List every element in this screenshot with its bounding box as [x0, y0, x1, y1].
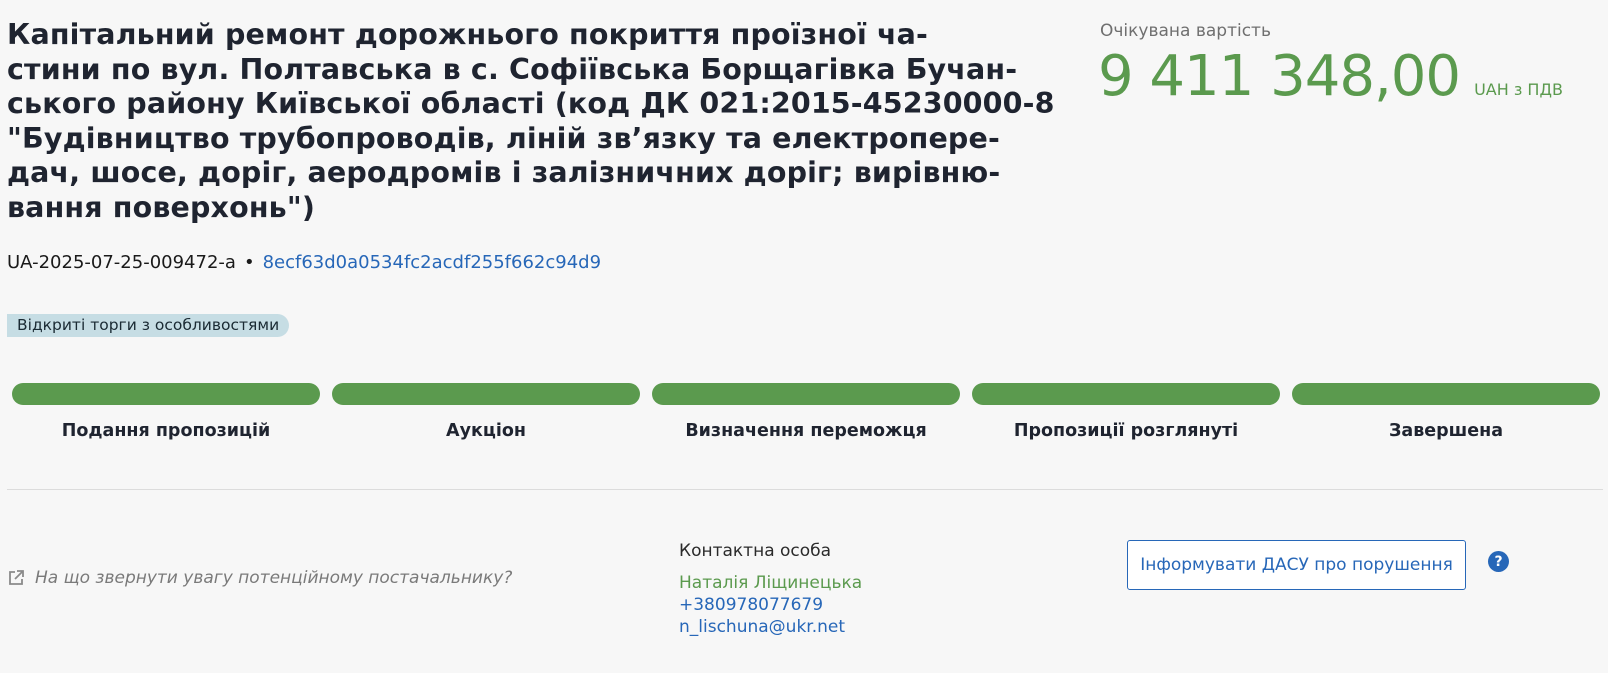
stage-bar [332, 383, 640, 405]
expected-cost: 9 411 348,00 UAH з ПДВ [1098, 44, 1563, 109]
stage-bar [12, 383, 320, 405]
tender-title-line: Капітальний ремонт дорожнього покриття п… [7, 18, 929, 51]
report-violation-button[interactable]: Інформувати ДАСУ про порушення [1127, 540, 1466, 590]
question-circle-icon[interactable]: ? [1488, 551, 1509, 572]
stage-submission: Подання пропозицій [12, 383, 320, 441]
tender-title-line: дач, шосе, доріг, аеродромів і залізничн… [7, 156, 1001, 189]
contact-person: Контактна особа Наталія Ліщинецька +3809… [679, 540, 862, 638]
procedure-type-badge: Відкриті торги з особливостями [7, 314, 290, 337]
tender-title-line: ського району Київської області (код ДК … [7, 87, 1055, 120]
stage-label: Пропозиції розглянуті [1013, 421, 1239, 441]
stage-bar [1292, 383, 1600, 405]
stage-bar [652, 383, 960, 405]
stage-completed: Завершена [1292, 383, 1600, 441]
stage-proposals-reviewed: Пропозиції розглянуті [972, 383, 1280, 441]
supplier-hint-text: На що звернути увагу потенційному постач… [35, 568, 513, 588]
tender-title: Капітальний ремонт дорожнього покриття п… [7, 18, 1055, 225]
stage-label: Аукціон [446, 421, 526, 441]
section-divider [7, 489, 1603, 490]
id-separator: • [243, 252, 255, 273]
stage-label: Завершена [1388, 421, 1504, 441]
tender-id: UA-2025-07-25-009472-a [7, 252, 236, 273]
tender-title-line: "Будівництво трубопроводів, ліній зв’язк… [7, 121, 1000, 155]
contact-heading: Контактна особа [679, 541, 832, 561]
tender-identifiers: UA-2025-07-25-009472-a • 8ecf63d0a0534fc2a… [7, 252, 601, 273]
contact-phone-link[interactable]: +380978077679 [679, 594, 862, 616]
stage-label: Подання пропозицій [61, 421, 271, 441]
expected-cost-label: Очікувана вартість [1100, 21, 1271, 41]
expected-cost-currency: UAH з ПДВ [1474, 80, 1563, 99]
external-link-icon [7, 569, 25, 587]
stage-progress: Подання пропозицій Аукціон Визначення пе… [12, 383, 1600, 443]
stage-bar [972, 383, 1280, 405]
tender-title-line: стини по вул. Полтавська в с. Софіївська… [7, 52, 1018, 86]
stage-winner-selection: Визначення переможця [652, 383, 960, 441]
expected-cost-value: 9 411 348,00 [1098, 44, 1461, 109]
contact-name: Наталія Ліщинецька [679, 573, 863, 593]
tender-title-line: вання поверхонь") [7, 190, 316, 224]
hash-id-link[interactable]: 8ecf63d0a0534fc2acdf255f662c94d9 [263, 252, 601, 273]
contact-email-link[interactable]: n_lischuna@ukr.net [679, 616, 862, 638]
stage-label: Визначення переможця [685, 421, 927, 441]
supplier-hint-link[interactable]: На що звернути увагу потенційному постач… [7, 568, 512, 588]
stage-auction: Аукціон [332, 383, 640, 441]
